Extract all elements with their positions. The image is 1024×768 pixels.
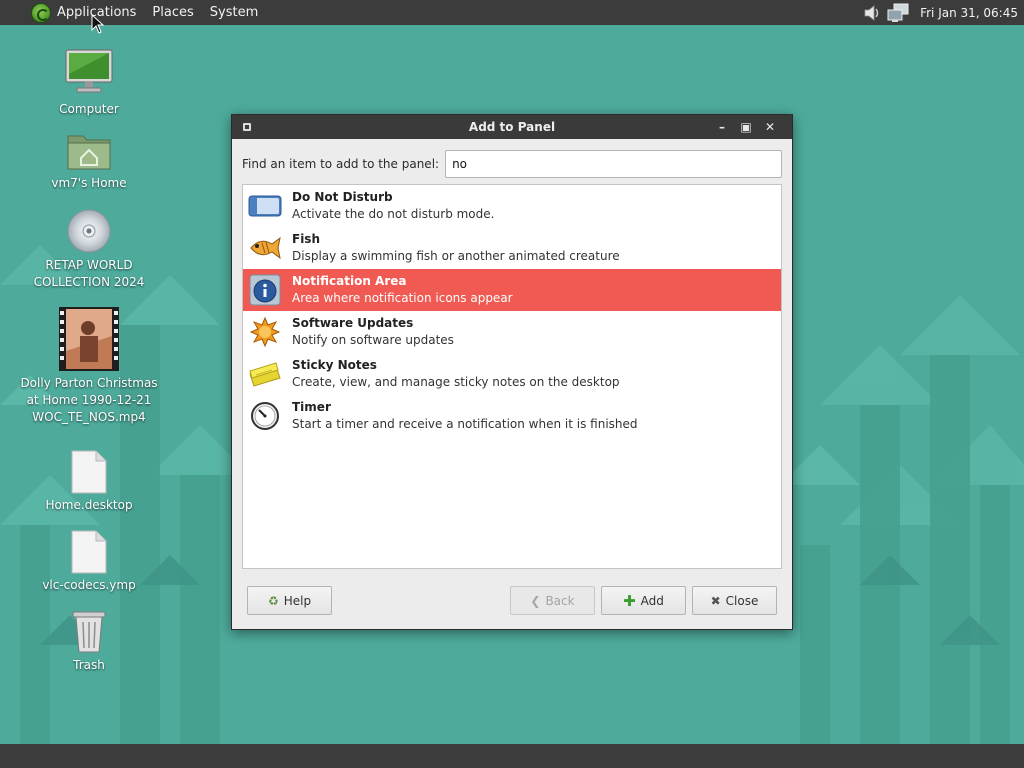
item-title: Sticky Notes (292, 358, 377, 372)
software-updates-icon (250, 317, 280, 347)
item-description: Start a timer and receive a notification… (292, 417, 638, 431)
desktop-icon-label: RETAP WORLD COLLECTION 2024 (33, 258, 145, 289)
maximize-icon[interactable]: ▣ (734, 120, 758, 134)
top-panel: Applications Places System Fri Jan 31, 0… (0, 0, 1024, 25)
desktop-icon-home-desktop[interactable]: Home.desktop (14, 450, 164, 514)
item-title: Software Updates (292, 316, 414, 330)
item-description: Area where notification icons appear (292, 291, 513, 305)
help-button[interactable]: ♻ Help (247, 586, 332, 615)
add-button[interactable]: ✚ Add (601, 586, 686, 615)
item-description: Create, view, and manage sticky notes on… (292, 375, 620, 389)
desktop-icon-label: Computer (59, 102, 119, 116)
video-file-icon (59, 307, 119, 371)
close-x-icon: ✖ (710, 593, 721, 608)
list-item[interactable]: Timer Start a timer and receive a notifi… (243, 395, 781, 437)
volume-icon[interactable] (862, 3, 882, 23)
item-title: Fish (292, 232, 320, 246)
close-label: Close (725, 593, 759, 608)
back-button[interactable]: ❮ Back (510, 586, 595, 615)
list-item[interactable]: Fish Display a swimming fish or another … (243, 227, 781, 269)
document-icon (71, 530, 107, 574)
close-icon[interactable]: ✕ (758, 120, 782, 134)
desktop-icon-computer[interactable]: Computer (14, 46, 164, 118)
back-label: Back (545, 593, 575, 608)
find-label: Find an item to add to the panel: (242, 157, 440, 171)
menu-places[interactable]: Places (152, 5, 193, 20)
clock[interactable]: Fri Jan 31, 06:45 (920, 6, 1018, 20)
find-row: Find an item to add to the panel: (242, 150, 782, 178)
info-icon (249, 274, 281, 306)
minimize-icon[interactable]: – (710, 120, 734, 134)
desktop-icon-label: Trash (73, 658, 105, 672)
fish-icon (250, 236, 281, 260)
timer-icon (251, 402, 279, 430)
add-to-panel-dialog: Add to Panel – ▣ ✕ Find an item to add t… (231, 114, 793, 630)
desktop-icon-disc[interactable]: RETAP WORLD COLLECTION 2024 (14, 208, 164, 291)
applet-list[interactable]: Do Not Disturb Activate the do not distu… (242, 184, 782, 569)
desktop-icon-video[interactable]: Dolly Parton Christmas at Home 1990-12-2… (14, 306, 164, 426)
list-item[interactable]: Do Not Disturb Activate the do not distu… (243, 185, 781, 227)
close-button[interactable]: ✖ Close (692, 586, 777, 615)
desktop-icon-label: vlc-codecs.ymp (42, 578, 136, 592)
item-title: Notification Area (292, 274, 407, 288)
item-description: Notify on software updates (292, 333, 454, 347)
item-title: Do Not Disturb (292, 190, 393, 204)
system-tray: Fri Jan 31, 06:45 (862, 0, 1024, 25)
bottom-panel (0, 744, 1024, 768)
network-icon[interactable] (886, 3, 910, 23)
window-menu-icon[interactable] (243, 123, 251, 131)
document-icon (71, 450, 107, 494)
do-not-disturb-icon (248, 195, 282, 217)
home-folder-icon (67, 135, 111, 170)
find-input[interactable] (445, 150, 782, 178)
dialog-title: Add to Panel (468, 120, 556, 134)
item-title: Timer (292, 400, 331, 414)
desktop-icon-vlc-codecs[interactable]: vlc-codecs.ymp (14, 530, 164, 594)
menu-system[interactable]: System (210, 5, 258, 20)
desktop-icon-trash[interactable]: Trash (14, 608, 164, 674)
desktop-icon-label: Home.desktop (45, 498, 133, 512)
desktop-icon-label: Dolly Parton Christmas at Home 1990-12-2… (20, 376, 158, 424)
dialog-titlebar[interactable]: Add to Panel – ▣ ✕ (232, 115, 792, 139)
distro-logo-icon[interactable] (31, 2, 51, 23)
mouse-cursor-icon (91, 14, 105, 34)
desktop-icon-label: vm7's Home (51, 176, 127, 190)
sticky-notes-icon (249, 362, 281, 387)
item-description: Display a swimming fish or another anima… (292, 249, 620, 263)
add-label: Add (640, 593, 664, 608)
back-arrow-icon: ❮ (530, 593, 541, 608)
trash-icon (72, 611, 106, 653)
computer-icon (65, 49, 113, 93)
item-description: Activate the do not disturb mode. (292, 207, 495, 221)
help-icon: ♻ (267, 593, 279, 608)
list-item[interactable]: Sticky Notes Create, view, and manage st… (243, 353, 781, 395)
help-label: Help (283, 593, 312, 608)
desktop-icon-home[interactable]: vm7's Home (14, 128, 164, 192)
plus-icon: ✚ (623, 591, 636, 610)
list-item-selected[interactable]: Notification Area Area where notificatio… (243, 269, 781, 311)
optical-disc-icon (67, 209, 111, 253)
list-item[interactable]: Software Updates Notify on software upda… (243, 311, 781, 353)
